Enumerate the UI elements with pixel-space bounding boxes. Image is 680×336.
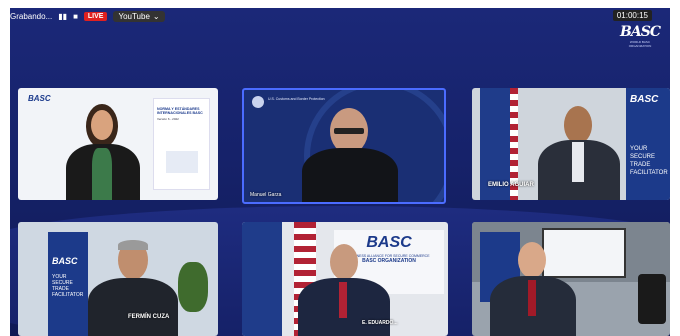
cbp-badge-text: U.S. Customs and Border Protection <box>268 97 325 101</box>
participant-tile-2[interactable]: U.S. Customs and Border Protection Manue… <box>242 88 446 204</box>
speaker-man <box>488 242 578 336</box>
banner-text: YOUR SECURE TRADE FACILITATOR <box>630 146 668 176</box>
participant-tile-3[interactable]: BASC YOUR SECURE TRADE FACILITATOR EMILI… <box>472 88 670 200</box>
slide-version: Versión 6 - 2022 <box>157 117 179 121</box>
slide-title: NORMA Y ESTÁNDARES INTERNACIONALES BASC <box>157 107 203 115</box>
pause-icon[interactable]: ▮▮ <box>58 12 67 21</box>
participant-name-3: EMILIO AGUIAR <box>488 182 534 188</box>
stream-timer: 01:00:15 <box>612 10 652 21</box>
cbp-badge-icon <box>252 96 264 108</box>
participant-tile-6[interactable] <box>472 222 670 336</box>
office-chair <box>638 274 666 324</box>
basc-banner: BASC YOUR SECURE TRADE FACILITATOR <box>626 88 670 200</box>
platform-label: YouTube <box>118 11 150 21</box>
slide-panel: NORMA Y ESTÁNDARES INTERNACIONALES BASC … <box>153 98 210 190</box>
recording-label: Grabando... <box>10 11 53 21</box>
stop-icon[interactable]: ■ <box>73 12 78 21</box>
participant-name-5: E. EDUARDO... <box>362 320 398 326</box>
slide-logo: BASC <box>28 94 51 103</box>
plant <box>178 262 208 312</box>
logo-mark: BASC <box>620 24 661 40</box>
speaker-fermin <box>82 240 182 336</box>
banner-logo: BASC <box>630 94 659 105</box>
participant-name-2: Manuel Garza <box>250 192 282 198</box>
platform-select[interactable]: YouTube ⌄ <box>113 10 165 22</box>
speaker-emilio <box>534 106 624 200</box>
logo-subtext: WORLD BASC ORGANIZATION <box>628 40 652 48</box>
participant-tile-5[interactable]: BASC BUSINESS ALLIANCE FOR SECURE COMMER… <box>242 222 448 336</box>
recording-bar: Grabando... ▮▮ ■ LIVE YouTube ⌄ <box>10 8 165 24</box>
stream-stage: Grabando... ▮▮ ■ LIVE YouTube ⌄ 01:00:15… <box>10 8 670 336</box>
basc-flag <box>242 222 282 336</box>
participant-tile-4[interactable]: BASC YOUR SECURE TRADE FACILITATOR FERMÍ… <box>18 222 218 336</box>
chevron-down-icon: ⌄ <box>152 11 160 21</box>
speaker-woman <box>58 100 148 200</box>
participant-name-4: FERMÍN CUZA <box>128 314 170 320</box>
live-badge: LIVE <box>83 11 108 21</box>
slide-image <box>166 151 198 173</box>
basc-logo: BASC WORLD BASC ORGANIZATION <box>620 24 661 64</box>
speaker-officer <box>294 108 404 202</box>
participant-tile-1[interactable]: BASC NORMA Y ESTÁNDARES INTERNACIONALES … <box>18 88 218 200</box>
